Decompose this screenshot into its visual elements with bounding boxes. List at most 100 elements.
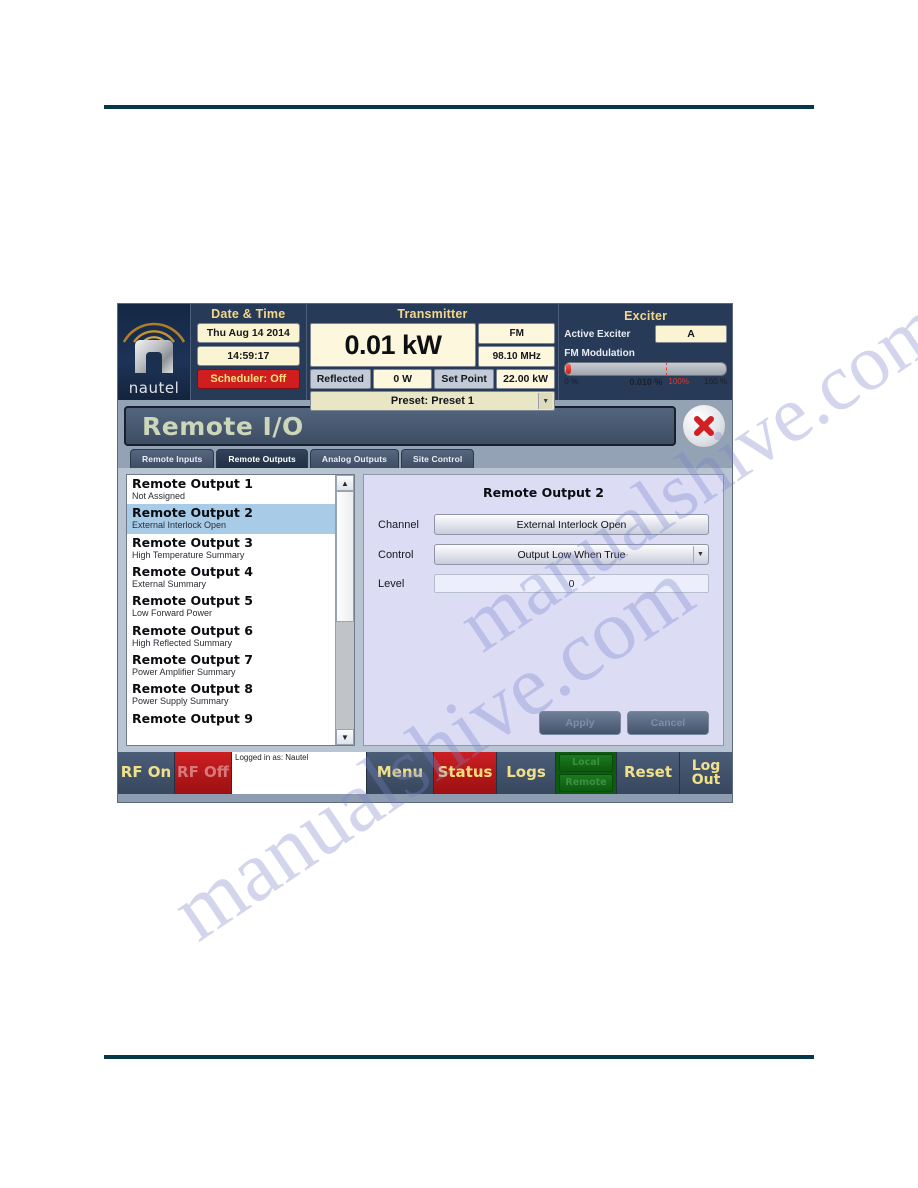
control-dropdown[interactable]: Output Low When True ▼ — [434, 544, 709, 565]
nautel-logo: nautel — [118, 304, 190, 400]
list-item-title: Remote Output 6 — [132, 622, 253, 638]
local-remote-toggle[interactable]: Local Remote — [556, 752, 617, 794]
channel-label: Channel — [378, 518, 419, 531]
aui-screenshot: nautel Date & Time Thu Aug 14 2014 14:59… — [117, 303, 733, 803]
level-row: Level 0 — [378, 574, 709, 593]
page-footer-rule — [104, 1055, 814, 1059]
transmitter-panel: Transmitter 0.01 kW FM 98.10 MHz Reflect… — [305, 304, 559, 411]
list-item[interactable]: Remote Output 8 Power Supply Summary — [127, 680, 335, 709]
detail-actions: Apply Cancel — [539, 711, 709, 735]
list-item[interactable]: Remote Output 2 External Interlock Open — [127, 504, 335, 534]
time-value[interactable]: 14:59:17 — [196, 346, 300, 366]
tab-site-control[interactable]: Site Control — [401, 449, 475, 468]
bottom-toolbar: RF On RF Off Logged in as: Nautel Menu S… — [118, 752, 732, 794]
list-scrollbar[interactable]: ▲ ▼ — [335, 475, 354, 745]
list-item-subtitle: High Temperature Summary — [132, 549, 245, 560]
tab-remote-outputs[interactable]: Remote Outputs — [216, 449, 308, 468]
meter-scale-max: 160 % — [704, 377, 727, 386]
logs-button[interactable]: Logs — [497, 752, 556, 794]
logged-in-status: Logged in as: Nautel — [232, 752, 367, 794]
remote-output-list: Remote Output 1 Not Assigned Remote Outp… — [126, 474, 355, 746]
scheduler-status[interactable]: Scheduler: Off — [196, 369, 300, 389]
forward-power-value: 0.01 kW — [309, 323, 477, 367]
nautel-n-mark — [135, 340, 173, 373]
fm-modulation-meter — [564, 362, 727, 376]
list-item[interactable]: Remote Output 9 — [127, 710, 335, 729]
signal-arcs-icon — [122, 322, 186, 343]
list-item[interactable]: Remote Output 4 External Summary — [127, 563, 335, 592]
log-out-line2: Out — [691, 772, 721, 788]
reset-button[interactable]: Reset — [617, 752, 680, 794]
list-item-subtitle: Not Assigned — [132, 491, 186, 501]
status-bar: nautel Date & Time Thu Aug 14 2014 14:59… — [118, 304, 732, 411]
reflected-value: 0 W — [372, 369, 433, 389]
list-item-title: Remote Output 2 — [132, 505, 253, 521]
list-item-subtitle: Power Amplifier Summary — [132, 667, 236, 678]
page-title-plate: Remote I/O — [124, 406, 676, 446]
active-exciter-label: Active Exciter — [564, 328, 631, 340]
scroll-up-icon[interactable]: ▲ — [336, 475, 354, 491]
menu-button[interactable]: Menu — [367, 752, 434, 794]
detail-title: Remote Output 2 — [483, 485, 604, 500]
control-row: Control Output Low When True ▼ — [378, 544, 709, 565]
reflected-label: Reflected — [309, 369, 371, 389]
local-button[interactable]: Local — [559, 754, 613, 772]
remote-output-detail-panel: Remote Output 2 Channel External Interlo… — [363, 474, 724, 746]
rf-off-button[interactable]: RF Off — [175, 752, 232, 794]
chevron-down-icon[interactable]: ▼ — [693, 546, 707, 563]
page-header-rule — [104, 105, 814, 109]
channel-button[interactable]: External Interlock Open — [434, 514, 709, 535]
date-time-header: Date & Time — [211, 307, 286, 321]
page-title: Remote I/O — [142, 411, 304, 441]
scrollbar-track[interactable] — [336, 491, 354, 729]
list-item-title: Remote Output 1 — [132, 476, 253, 491]
remote-button[interactable]: Remote — [559, 774, 613, 792]
level-label: Level — [378, 577, 405, 590]
scroll-down-icon[interactable]: ▼ — [336, 729, 354, 745]
list-item-subtitle: Low Forward Power — [132, 608, 213, 619]
active-exciter-value[interactable]: A — [654, 325, 727, 343]
tab-analog-outputs[interactable]: Analog Outputs — [309, 449, 400, 468]
control-label: Control — [378, 548, 414, 561]
chevron-down-icon[interactable]: ▼ — [538, 393, 553, 409]
list-item[interactable]: Remote Output 3 High Temperature Summary — [127, 534, 335, 563]
level-input[interactable]: 0 — [434, 574, 709, 593]
log-out-line1: Log — [691, 757, 721, 774]
meter-100-marker — [665, 363, 667, 375]
remote-output-list-items: Remote Output 1 Not Assigned Remote Outp… — [127, 475, 335, 745]
meter-scale-value: 0.010 % — [629, 377, 663, 387]
meter-scale: 0 % 0.010 % 100% 160 % — [564, 377, 727, 388]
rf-on-button[interactable]: RF On — [118, 752, 175, 794]
apply-button[interactable]: Apply — [539, 711, 621, 735]
preset-label: Preset: Preset 1 — [390, 395, 475, 407]
transmitter-header: Transmitter — [397, 307, 468, 321]
list-item-title: Remote Output 5 — [132, 593, 253, 609]
status-button[interactable]: Status — [434, 752, 497, 794]
close-button[interactable] — [682, 404, 726, 448]
list-item-subtitle: External Summary — [132, 579, 207, 590]
list-item-subtitle: External Interlock Open — [132, 520, 227, 531]
list-item[interactable]: Remote Output 7 Power Amplifier Summary — [127, 651, 335, 680]
list-item-title: Remote Output 4 — [132, 564, 253, 580]
list-item[interactable]: Remote Output 5 Low Forward Power — [127, 592, 335, 621]
list-item-title: Remote Output 9 — [132, 710, 253, 726]
scrollbar-thumb[interactable] — [336, 491, 354, 622]
list-item-title: Remote Output 7 — [132, 652, 253, 668]
list-item[interactable]: Remote Output 1 Not Assigned — [127, 475, 335, 504]
list-item-title: Remote Output 8 — [132, 681, 253, 697]
tab-remote-inputs[interactable]: Remote Inputs — [130, 449, 215, 468]
list-item[interactable]: Remote Output 6 High Reflected Summary — [127, 622, 335, 651]
transmitter-mode: FM — [478, 323, 556, 344]
date-value[interactable]: Thu Aug 14 2014 — [196, 323, 300, 343]
close-icon — [694, 416, 714, 436]
preset-selector[interactable]: Preset: Preset 1 ▼ — [309, 391, 556, 411]
fm-modulation-label: FM Modulation — [564, 348, 635, 359]
transmitter-frequency: 98.10 MHz — [478, 346, 556, 367]
cancel-button[interactable]: Cancel — [627, 711, 709, 735]
meter-scale-100: 100% — [668, 377, 689, 386]
list-item-title: Remote Output 3 — [132, 534, 253, 550]
setpoint-value: 22.00 kW — [495, 369, 556, 389]
meter-scale-min: 0 % — [564, 377, 579, 386]
log-out-button[interactable]: Log Out — [680, 752, 732, 794]
channel-row: Channel External Interlock Open — [378, 514, 709, 535]
